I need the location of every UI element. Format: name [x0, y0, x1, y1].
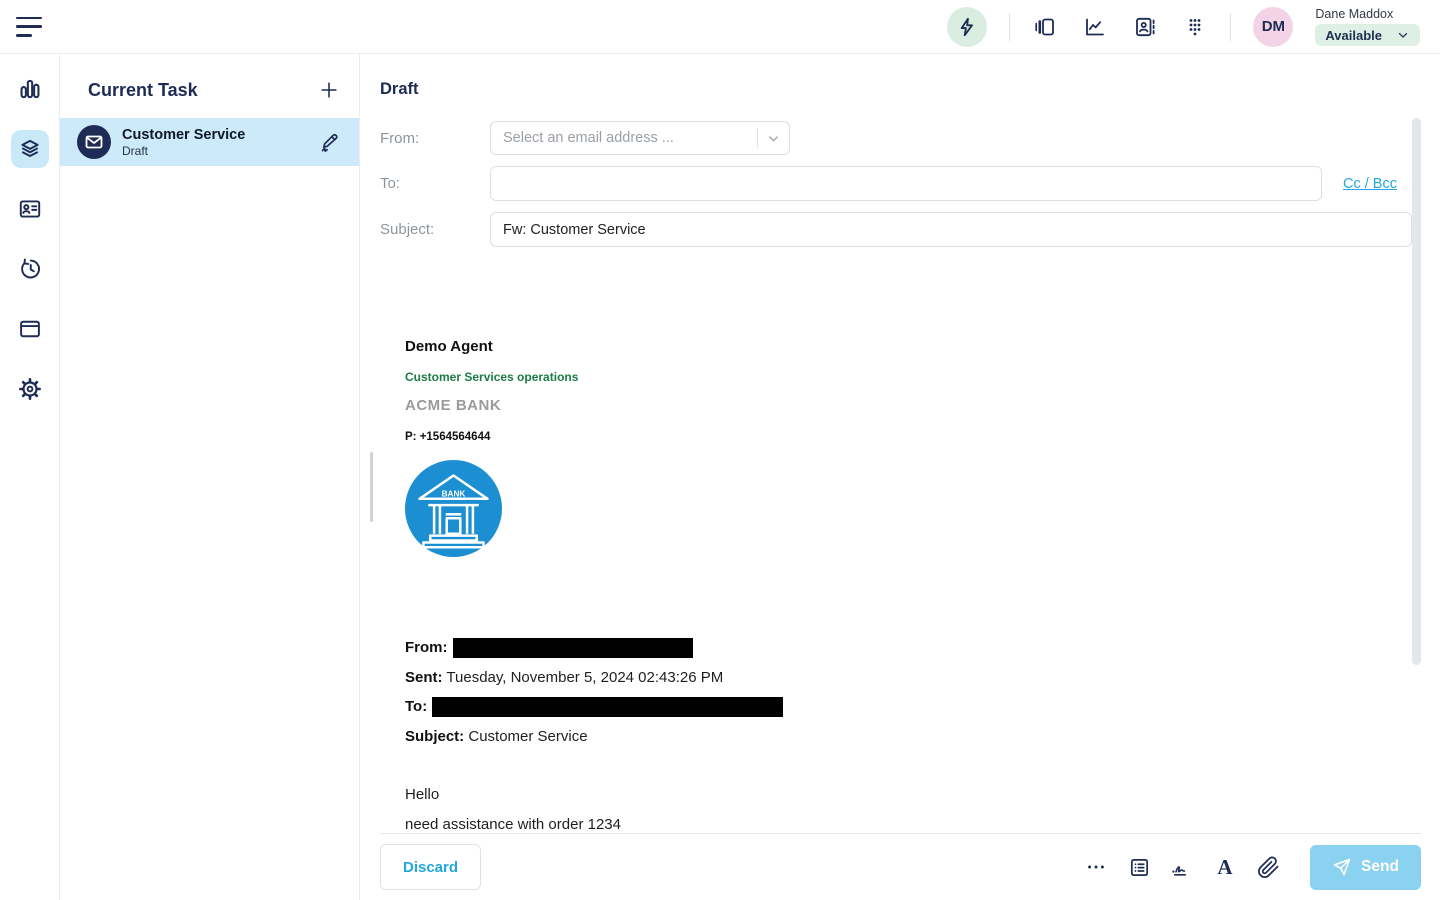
bank-logo: BANK — [405, 460, 502, 557]
availability-dropdown[interactable]: Available — [1315, 24, 1420, 46]
edit-pen-icon[interactable] — [317, 129, 343, 155]
select-divider — [757, 128, 758, 148]
lightning-button[interactable] — [947, 7, 987, 47]
line-chart-icon[interactable] — [1082, 14, 1108, 40]
font-format-button[interactable]: A — [1212, 854, 1238, 880]
ellipsis-icon — [1085, 856, 1107, 878]
message-line: Hello — [405, 780, 1440, 810]
fwd-from-label: From: — [405, 639, 448, 656]
discard-button[interactable]: Discard — [380, 844, 481, 890]
add-task-button[interactable] — [317, 78, 341, 102]
fwd-to-label: To: — [405, 698, 427, 715]
to-input[interactable] — [490, 166, 1322, 201]
compose-footer-toolbar: Discard — [380, 833, 1421, 900]
envelope-icon — [76, 124, 112, 160]
fwd-subject-label: Subject: — [405, 728, 464, 745]
send-button-label: Send — [1361, 858, 1399, 876]
sidebar-item-tasks[interactable] — [11, 130, 49, 168]
chevron-down-icon — [766, 131, 781, 146]
sidebar-item-history[interactable] — [11, 250, 49, 288]
signature-name: Demo Agent — [405, 338, 1440, 355]
subject-input[interactable] — [490, 212, 1412, 247]
dialpad-icon[interactable] — [1182, 14, 1208, 40]
forwarded-message: From: Sent: Tuesday, November 5, 2024 02… — [405, 633, 1440, 839]
sidebar-item-contacts[interactable] — [11, 190, 49, 228]
panel-resize-handle[interactable] — [370, 452, 373, 522]
browser-window-icon — [17, 316, 43, 342]
task-panel: Current Task Customer Service Draft — [60, 54, 360, 900]
email-body-editor[interactable]: Demo Agent Customer Services operations … — [380, 258, 1440, 839]
task-item-customer-service[interactable]: Customer Service Draft — [60, 118, 359, 166]
bank-logo-text: BANK — [442, 489, 466, 498]
subject-label: Subject: — [380, 221, 490, 238]
signature-icon — [1170, 855, 1194, 879]
task-subtitle: Draft — [122, 144, 307, 158]
history-icon — [17, 256, 43, 282]
fwd-sent-label: Sent: — [405, 669, 443, 686]
lightning-icon — [956, 16, 978, 38]
left-sidebar — [0, 54, 60, 900]
redacted-to-address — [432, 697, 783, 717]
more-options-button[interactable] — [1083, 854, 1109, 880]
availability-status: Available — [1325, 28, 1382, 43]
bar-chart-icon — [17, 76, 43, 102]
contact-card-icon — [17, 196, 43, 222]
topbar-divider — [1230, 13, 1231, 41]
user-name: Dane Maddox — [1315, 7, 1420, 21]
avatar[interactable]: DM — [1253, 7, 1293, 47]
redacted-from-address — [453, 638, 693, 658]
top-bar: DM Dane Maddox Available — [0, 0, 1440, 54]
cc-bcc-link[interactable]: Cc / Bcc — [1343, 176, 1397, 192]
conversations-panel-icon[interactable] — [1032, 14, 1058, 40]
fwd-sent-value: Tuesday, November 5, 2024 02:43:26 PM — [446, 669, 723, 686]
signature-company: ACME BANK — [405, 397, 1440, 414]
fwd-subject-value: Customer Service — [468, 728, 587, 745]
from-select-placeholder: Select an email address ... — [503, 130, 757, 146]
sidebar-item-dashboard[interactable] — [11, 70, 49, 108]
task-panel-title: Current Task — [88, 80, 198, 101]
chevron-down-icon — [1396, 28, 1410, 42]
paper-plane-icon — [1332, 857, 1352, 877]
attach-file-button[interactable] — [1255, 854, 1281, 880]
signature-phone: P: +1564564644 — [405, 431, 1440, 443]
signature-button[interactable] — [1169, 854, 1195, 880]
plus-icon — [318, 79, 340, 101]
signature-department: Customer Services operations — [405, 370, 1440, 384]
contacts-icon[interactable] — [1132, 14, 1158, 40]
app-window: DM Dane Maddox Available — [0, 0, 1440, 900]
hamburger-menu-icon[interactable] — [16, 16, 44, 38]
to-label: To: — [380, 175, 490, 192]
font-icon: A — [1217, 857, 1232, 878]
template-list-icon — [1128, 856, 1151, 879]
sidebar-item-browser[interactable] — [11, 310, 49, 348]
topbar-divider — [1009, 13, 1010, 41]
sidebar-item-settings[interactable] — [11, 370, 49, 408]
compose-area: Draft From: Select an email address ... … — [360, 54, 1440, 900]
page-title: Draft — [380, 80, 1440, 99]
layers-icon — [17, 136, 43, 162]
gear-icon — [17, 376, 43, 402]
from-select[interactable]: Select an email address ... — [490, 121, 790, 155]
send-button[interactable]: Send — [1310, 845, 1421, 890]
vertical-scrollbar[interactable] — [1412, 118, 1421, 665]
task-title: Customer Service — [122, 127, 307, 143]
paperclip-icon — [1257, 856, 1280, 879]
from-label: From: — [380, 130, 490, 147]
templates-button[interactable] — [1126, 854, 1152, 880]
